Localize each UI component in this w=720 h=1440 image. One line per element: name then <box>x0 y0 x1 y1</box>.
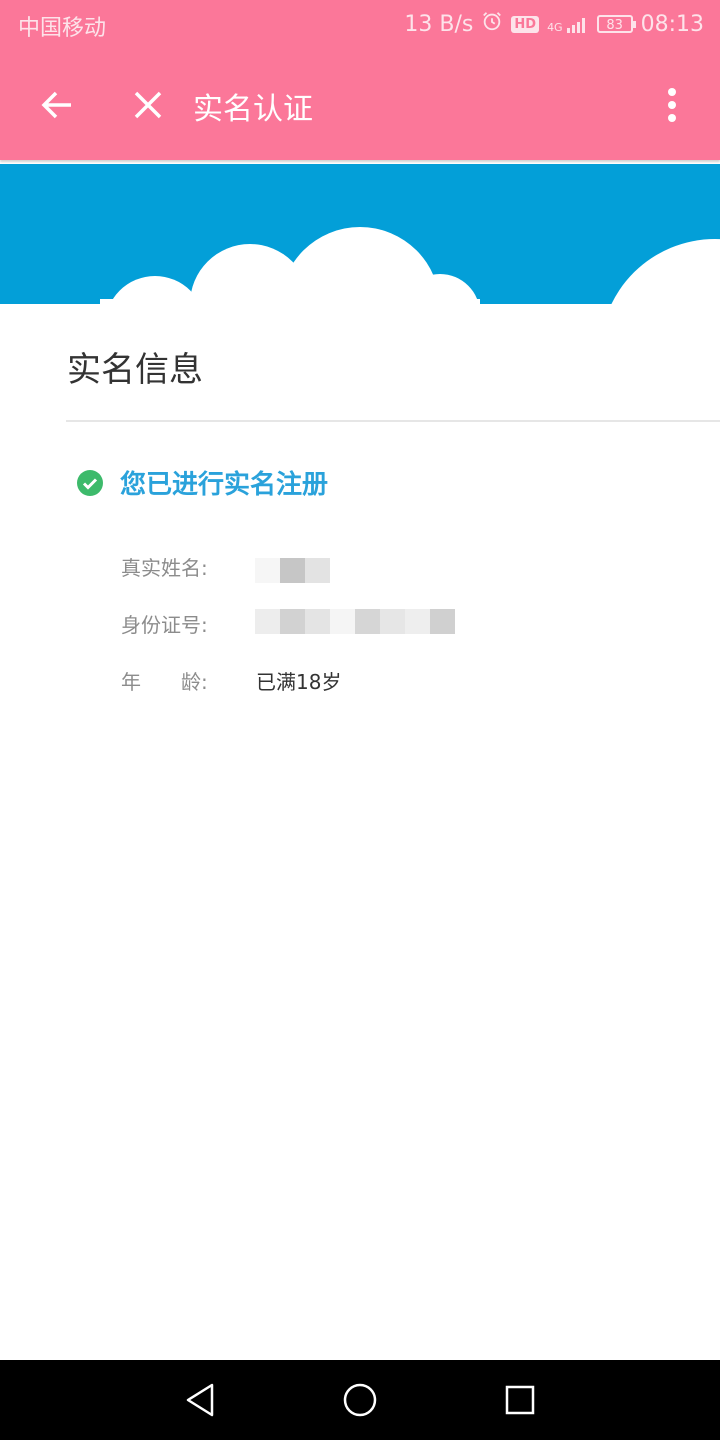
triangle-back-icon[interactable] <box>178 1378 222 1422</box>
page-title: 实名认证 <box>193 92 313 127</box>
hd-badge: HD <box>511 15 540 33</box>
age-label: 年 龄: <box>121 670 208 694</box>
close-icon[interactable] <box>123 80 173 130</box>
clock: 08:13 <box>640 11 704 37</box>
system-nav-bar <box>0 1360 720 1440</box>
id-number-label: 身份证号: <box>121 613 208 637</box>
status-bar: 中国移动 13 B/s HD 4G 83 08:13 <box>0 0 720 50</box>
signal-network-label: 4G <box>547 21 563 34</box>
circle-home-icon[interactable] <box>338 1378 382 1422</box>
alarm-icon <box>481 10 503 38</box>
age-value: 已满18岁 <box>256 670 342 694</box>
square-recent-icon[interactable] <box>498 1378 542 1422</box>
status-indicators: 13 B/s HD 4G 83 08:13 <box>404 10 704 38</box>
more-vertical-icon[interactable] <box>647 80 697 130</box>
section-title: 实名信息 <box>67 350 203 390</box>
battery-indicator: 83 <box>596 15 636 33</box>
app-toolbar: 实名认证 <box>0 50 720 160</box>
id-number-redacted <box>255 609 455 634</box>
verified-status: 您已进行实名注册 <box>76 464 328 501</box>
arrow-left-icon[interactable] <box>32 80 82 130</box>
cloud-banner <box>0 164 720 304</box>
verified-message: 您已进行实名注册 <box>120 470 329 500</box>
section-divider <box>66 420 720 422</box>
real-name-redacted <box>255 558 330 583</box>
signal-icon: 4G <box>547 15 589 33</box>
real-name-label: 真实姓名: <box>121 556 208 580</box>
check-circle-icon <box>76 469 104 497</box>
cloud-illustration <box>100 227 720 304</box>
network-speed: 13 B/s <box>404 11 474 37</box>
carrier-name: 中国移动 <box>18 16 107 41</box>
